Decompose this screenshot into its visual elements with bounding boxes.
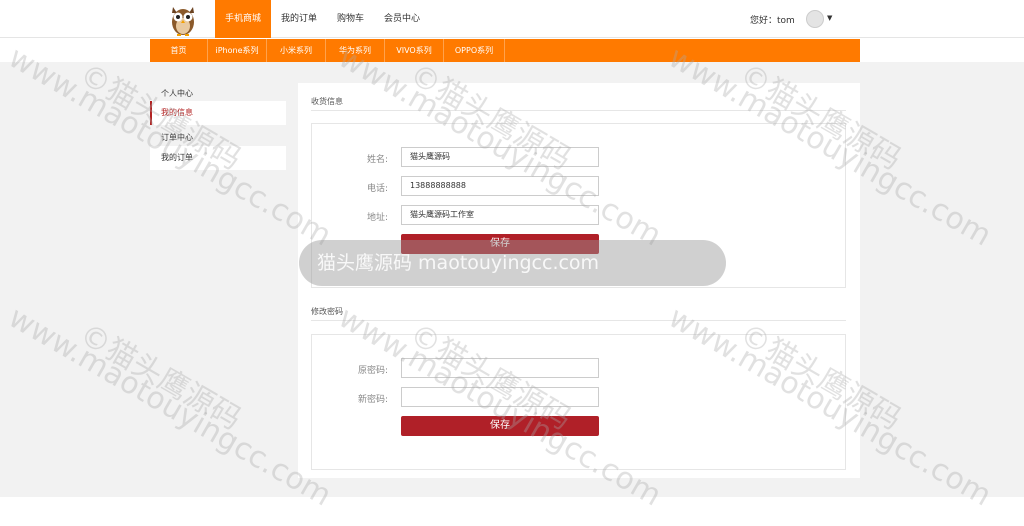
avatar[interactable] — [806, 10, 824, 28]
category-huawei[interactable]: 华为系列 — [326, 39, 385, 62]
old-password-label: 原密码: — [357, 366, 388, 376]
category-bar: 首页 iPhone系列 小米系列 华为系列 VIVO系列 OPPO系列 — [150, 39, 860, 62]
category-xiaomi[interactable]: 小米系列 — [267, 39, 326, 62]
name-input[interactable]: 猫头鹰源码 — [401, 147, 599, 167]
new-password-label: 新密码: — [357, 395, 388, 405]
save-profile-button[interactable]: 保存 — [401, 234, 599, 254]
phone-input[interactable]: 13888888888 — [401, 176, 599, 196]
address-input[interactable]: 猫头鹰源码工作室 — [401, 205, 599, 225]
old-password-input[interactable] — [401, 358, 599, 378]
nav-my-orders[interactable]: 我的订单 — [271, 0, 327, 38]
divider — [311, 320, 846, 321]
category-home[interactable]: 首页 — [150, 39, 208, 62]
shipping-section-title: 收货信息 — [311, 97, 343, 106]
address-label: 地址: — [366, 213, 388, 223]
divider — [311, 110, 846, 111]
sidebar-item-my-info[interactable]: 我的信息 — [150, 101, 286, 125]
sidebar-group-personal: 个人中心 — [161, 89, 193, 98]
category-oppo[interactable]: OPPO系列 — [444, 39, 505, 62]
nav-member-center[interactable]: 会员中心 — [374, 0, 430, 38]
main-nav: 手机商城 我的订单 购物车 会员中心 — [215, 0, 430, 38]
new-password-input[interactable] — [401, 387, 599, 407]
sidebar-item-my-orders[interactable]: 我的订单 — [150, 146, 286, 170]
password-section-title: 修改密码 — [311, 307, 343, 316]
user-greeting: 您好：tom — [750, 16, 795, 26]
owl-logo-icon[interactable] — [166, 1, 200, 37]
top-nav-bar: 手机商城 我的订单 购物车 会员中心 您好：tom ▼ — [0, 0, 1024, 38]
sidebar-group-orders: 订单中心 — [161, 133, 193, 142]
nav-cart[interactable]: 购物车 — [327, 0, 374, 38]
nav-shop[interactable]: 手机商城 — [215, 0, 272, 38]
name-label: 姓名: — [366, 155, 388, 165]
phone-label: 电话: — [366, 184, 388, 194]
chevron-down-icon[interactable]: ▼ — [827, 14, 832, 22]
main-panel: 收货信息 姓名: 猫头鹰源码 电话: 13888888888 地址: 猫头鹰源码… — [298, 83, 860, 478]
category-vivo[interactable]: VIVO系列 — [385, 39, 444, 62]
save-password-button[interactable]: 保存 — [401, 416, 599, 436]
category-iphone[interactable]: iPhone系列 — [208, 39, 267, 62]
